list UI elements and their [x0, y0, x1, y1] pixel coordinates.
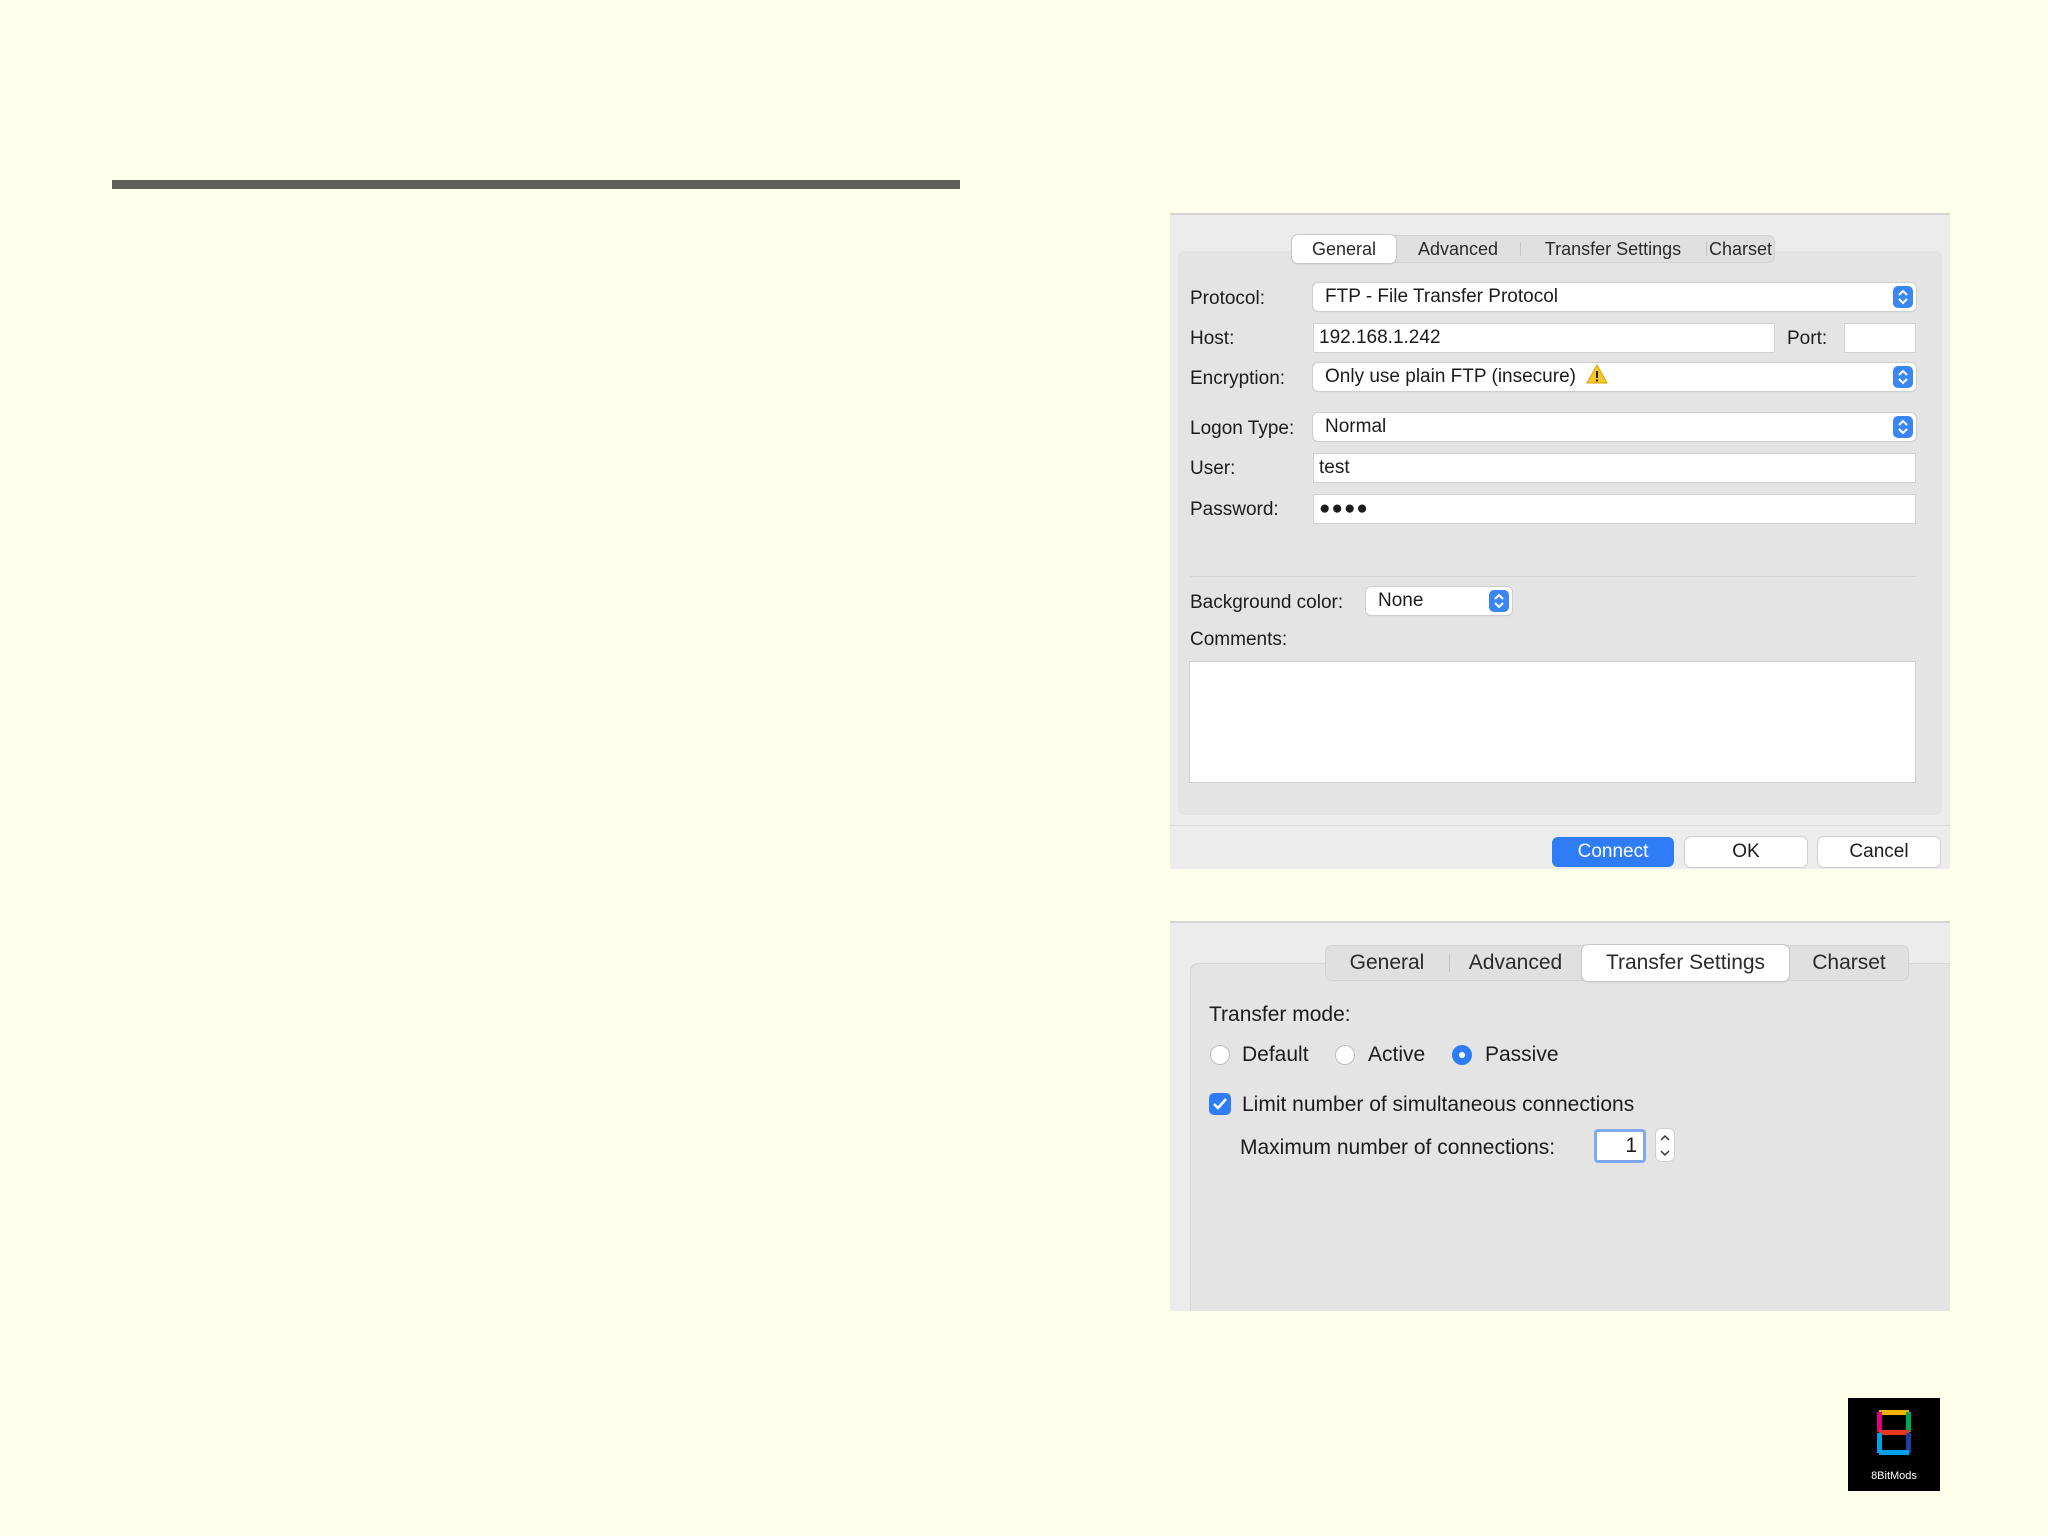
transfer-mode-label: Transfer mode: — [1209, 1003, 1351, 1026]
radio-active[interactable] — [1335, 1045, 1355, 1065]
logo-text: 8BitMods — [1871, 1470, 1917, 1482]
encryption-select[interactable]: Only use plain FTP (insecure) — [1313, 363, 1916, 391]
tab-charset[interactable]: Charset — [1789, 945, 1909, 981]
brand-logo: 8BitMods — [1848, 1398, 1940, 1491]
section-divider — [1190, 576, 1916, 577]
tab-advanced[interactable]: Advanced — [1396, 235, 1520, 263]
protocol-value: FTP - File Transfer Protocol — [1325, 286, 1558, 307]
tab-transfer-settings[interactable]: Transfer Settings — [1582, 945, 1789, 981]
chevron-down-icon[interactable] — [1660, 1149, 1670, 1157]
port-input[interactable] — [1844, 323, 1916, 353]
tab-advanced[interactable]: Advanced — [1449, 945, 1582, 981]
tab-general[interactable]: General — [1292, 235, 1396, 263]
warning-icon — [1586, 363, 1608, 390]
logon-type-label: Logon Type: — [1190, 418, 1295, 439]
tab-bar: General Advanced Transfer Settings Chars… — [1325, 945, 1909, 981]
chevron-updown-icon — [1893, 286, 1913, 308]
radio-default[interactable] — [1210, 1045, 1230, 1065]
max-connections-label: Maximum number of connections: — [1240, 1136, 1556, 1159]
checkmark-icon — [1213, 1098, 1227, 1110]
user-input[interactable]: test — [1313, 453, 1916, 483]
max-connections-input[interactable]: 1 — [1594, 1129, 1646, 1163]
comments-textarea[interactable] — [1189, 661, 1916, 783]
max-connections-stepper[interactable] — [1656, 1129, 1674, 1161]
host-input[interactable]: 192.168.1.242 — [1313, 323, 1775, 353]
user-label: User: — [1190, 458, 1236, 479]
site-settings-transfer-panel: General Advanced Transfer Settings Chars… — [1170, 921, 1950, 1311]
chevron-up-icon[interactable] — [1660, 1134, 1670, 1141]
limit-connections-checkbox[interactable] — [1209, 1093, 1231, 1115]
comments-label: Comments: — [1190, 629, 1288, 650]
limit-connections-label[interactable]: Limit number of simultaneous connections — [1242, 1093, 1634, 1117]
logon-type-value: Normal — [1325, 416, 1387, 437]
cancel-button[interactable]: Cancel — [1818, 837, 1940, 867]
radio-active-label[interactable]: Active — [1368, 1043, 1425, 1067]
password-label: Password: — [1190, 499, 1279, 520]
logon-type-select[interactable]: Normal — [1313, 413, 1916, 441]
encryption-label: Encryption: — [1190, 368, 1286, 389]
chevron-updown-icon — [1893, 366, 1913, 388]
radio-passive[interactable] — [1452, 1045, 1472, 1065]
chevron-updown-icon — [1489, 590, 1509, 612]
radio-passive-label[interactable]: Passive — [1485, 1043, 1559, 1067]
radio-default-label[interactable]: Default — [1242, 1043, 1309, 1067]
ok-button[interactable]: OK — [1685, 837, 1807, 867]
background-color-select[interactable]: None — [1366, 587, 1512, 615]
tab-bar: General Advanced Transfer Settings Chars… — [1292, 235, 1775, 263]
password-input[interactable]: ●●●● — [1313, 494, 1916, 524]
port-label: Port: — [1787, 328, 1828, 349]
background-color-value: None — [1378, 590, 1424, 611]
protocol-label: Protocol: — [1190, 288, 1265, 309]
protocol-select[interactable]: FTP - File Transfer Protocol — [1313, 283, 1916, 311]
tab-charset[interactable]: Charset — [1706, 235, 1775, 263]
background-color-label: Background color: — [1190, 592, 1344, 613]
slide-title-rule — [112, 180, 960, 189]
footer-divider — [1170, 825, 1950, 826]
tab-general[interactable]: General — [1325, 945, 1449, 981]
encryption-value: Only use plain FTP (insecure) — [1325, 366, 1576, 387]
site-settings-general-panel: General Advanced Transfer Settings Chars… — [1170, 213, 1950, 869]
eight-logo-icon — [1877, 1410, 1911, 1455]
connect-button[interactable]: Connect — [1552, 837, 1674, 867]
host-label: Host: — [1190, 328, 1235, 349]
tab-transfer-settings[interactable]: Transfer Settings — [1520, 235, 1706, 263]
chevron-updown-icon — [1893, 416, 1913, 438]
